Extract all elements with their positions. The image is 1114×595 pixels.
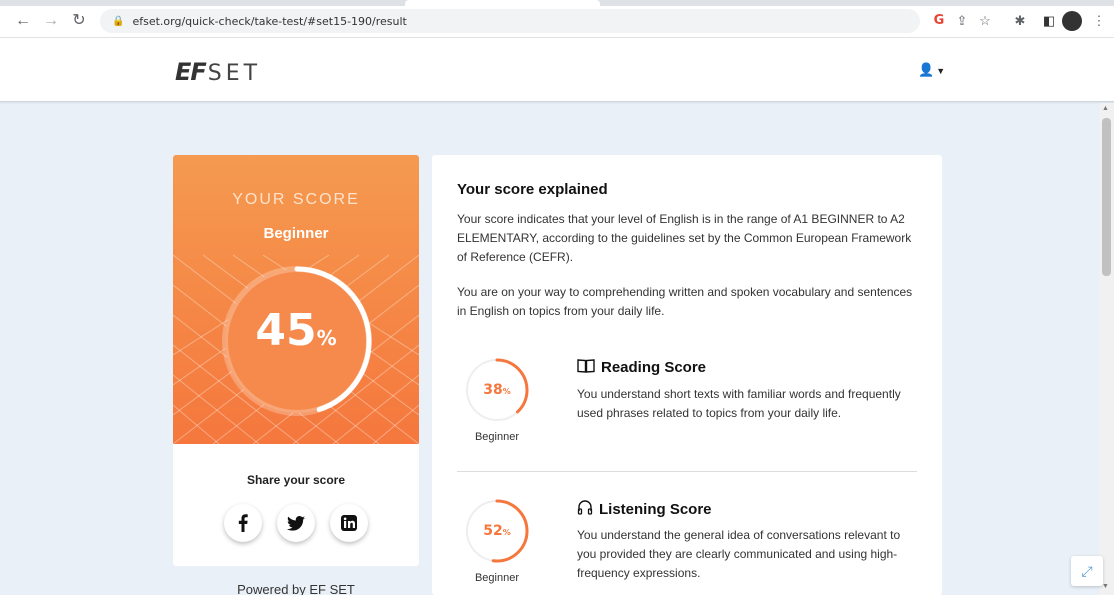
- scroll-up-icon[interactable]: ▲: [1102, 105, 1109, 112]
- listening-score-description: You understand the general idea of conve…: [577, 528, 901, 580]
- site-header: EFSET 👤 ▼: [0, 38, 1114, 102]
- explanation-paragraph-2: You are on your way to comprehending wri…: [457, 285, 913, 318]
- tab-strip: [0, 0, 1114, 6]
- reading-score-title: Reading Score: [577, 358, 706, 377]
- linkedin-share-button[interactable]: [330, 504, 368, 542]
- listening-score-percent: 52%: [483, 523, 511, 539]
- extensions-icon[interactable]: ✱: [1011, 12, 1029, 30]
- address-bar[interactable]: 🔒 efset.org/quick-check/take-test/#set15…: [100, 9, 920, 33]
- section-divider: [457, 471, 917, 472]
- score-card-header: YOUR SCORE Beginner 45%: [173, 155, 419, 444]
- expand-button[interactable]: ⤢: [1071, 556, 1103, 586]
- scroll-down-icon[interactable]: ▼: [1102, 583, 1109, 590]
- score-level: Beginner: [263, 225, 329, 242]
- browser-toolbar: ← → ↻ 🔒 efset.org/quick-check/take-test/…: [0, 0, 1114, 38]
- reading-score-description: You understand short texts with familiar…: [577, 387, 901, 420]
- scrollbar-thumb[interactable]: [1102, 118, 1111, 276]
- listening-score-level: Beginner: [474, 572, 520, 584]
- listening-score-title: Listening Score: [577, 499, 712, 519]
- powered-by: Powered by EF SET: [237, 582, 355, 595]
- profile-avatar[interactable]: [1062, 11, 1082, 31]
- expand-icon: ⤢: [1081, 562, 1093, 579]
- page-scrollbar[interactable]: ▲ ▼: [1099, 103, 1114, 595]
- overall-score-percent: 45%: [255, 305, 337, 356]
- share-title: Share your score: [246, 473, 346, 487]
- twitter-share-button[interactable]: [277, 504, 315, 542]
- score-card: YOUR SCORE Beginner 45% Share your score: [173, 155, 419, 566]
- book-icon: [577, 358, 595, 377]
- user-icon: 👤: [918, 62, 935, 77]
- explanation-title: Your score explained: [457, 181, 608, 198]
- user-menu[interactable]: 👤 ▼: [918, 62, 945, 78]
- url-text: efset.org/quick-check/take-test/#set15-1…: [132, 14, 407, 28]
- lock-icon[interactable]: 🔒: [112, 16, 124, 27]
- linkedin-icon: [341, 515, 357, 531]
- reading-score-percent: 38%: [483, 382, 511, 398]
- facebook-icon: [238, 514, 248, 532]
- explanation-paragraph-1: Your score indicates that your level of …: [457, 212, 912, 264]
- reload-icon[interactable]: ↻: [70, 12, 88, 30]
- facebook-share-button[interactable]: [224, 504, 262, 542]
- bookmark-star-icon[interactable]: ☆: [976, 12, 994, 30]
- forward-icon[interactable]: →: [42, 12, 60, 30]
- ef-set-logo[interactable]: EFSET: [175, 58, 261, 87]
- headphones-icon: [577, 499, 593, 519]
- browser-menu-icon[interactable]: ⋮: [1090, 12, 1108, 30]
- your-score-heading: YOUR SCORE: [232, 191, 360, 208]
- share-page-icon[interactable]: ⇪: [953, 12, 971, 30]
- caret-down-icon: ▼: [936, 66, 946, 76]
- twitter-icon: [287, 515, 305, 531]
- score-explanation-card: Your score explained Your score indicate…: [432, 155, 942, 595]
- active-tab[interactable]: [405, 0, 600, 6]
- side-panel-icon[interactable]: ◧: [1040, 12, 1058, 30]
- back-icon[interactable]: ←: [14, 12, 32, 30]
- google-translate-icon[interactable]: G: [930, 12, 948, 30]
- reading-score-level: Beginner: [474, 431, 520, 443]
